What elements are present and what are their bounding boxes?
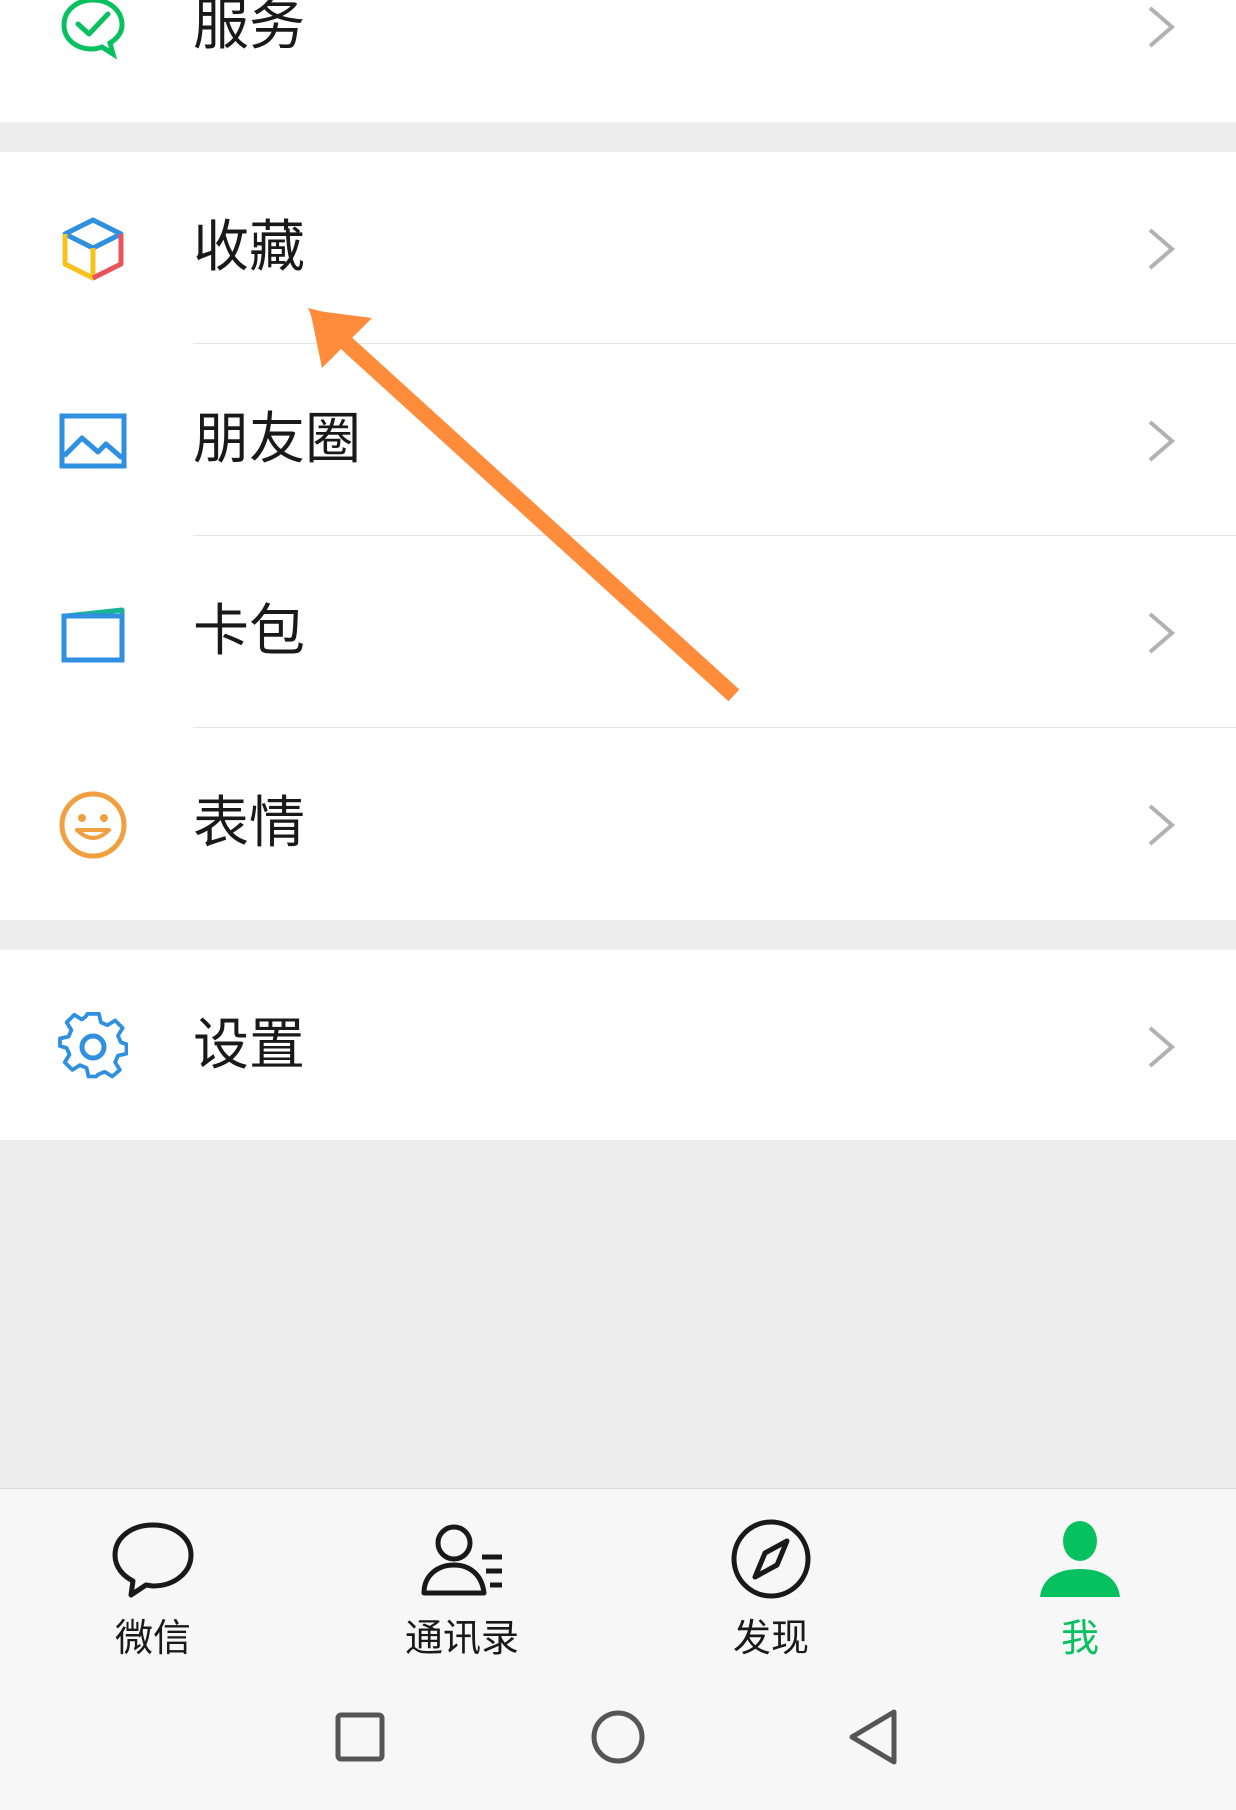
service-group: 服务 <box>0 0 1236 122</box>
menu-item-label: 卡包 <box>193 599 305 664</box>
menu-item-stickers[interactable]: 表情 <box>0 728 1236 920</box>
tab-me[interactable]: 我 <box>980 1489 1180 1669</box>
image-frame-icon <box>59 413 127 469</box>
menu-item-label: 服务 <box>193 0 305 58</box>
menu-item-label: 表情 <box>193 791 305 856</box>
chevron-right-icon <box>1148 420 1176 462</box>
cube-icon <box>62 217 124 281</box>
bottom-tab-bar: 微信 通讯录 发现 我 <box>0 1488 1236 1669</box>
chevron-right-icon <box>1148 804 1176 846</box>
gear-icon <box>58 1012 128 1079</box>
menu-item-service[interactable]: 服务 <box>0 0 1236 122</box>
menu-item-label: 朋友圈 <box>193 407 361 472</box>
menu-item-moments[interactable]: 朋友圈 <box>0 344 1236 536</box>
contacts-icon <box>421 1524 502 1596</box>
menu-item-favorites[interactable]: 收藏 <box>0 152 1236 344</box>
home-circle-icon[interactable] <box>583 1702 653 1772</box>
chevron-right-icon <box>1148 1026 1176 1068</box>
chevron-right-icon <box>1148 6 1176 48</box>
tab-label: 微信 <box>114 1616 191 1660</box>
compass-icon <box>731 1519 811 1599</box>
menu-item-cards[interactable]: 卡包 <box>0 536 1236 728</box>
chevron-right-icon <box>1148 228 1176 270</box>
menu-item-label: 收藏 <box>193 215 305 280</box>
tab-contacts[interactable]: 通讯录 <box>362 1489 562 1669</box>
smiley-icon <box>59 791 127 859</box>
back-triangle-icon[interactable] <box>840 1702 910 1772</box>
chat-bubble-icon <box>112 1522 194 1598</box>
card-wallet-icon <box>61 607 125 663</box>
settings-group: 设置 <box>0 950 1236 1140</box>
tab-label: 发现 <box>732 1616 809 1660</box>
main-menu-group: 收藏 朋友圈 卡包 表情 <box>0 152 1236 920</box>
tab-label: 我 <box>1060 1616 1099 1660</box>
tab-discover[interactable]: 发现 <box>671 1489 871 1669</box>
recents-square-icon[interactable] <box>325 1702 395 1772</box>
tab-label: 通讯录 <box>404 1616 519 1660</box>
menu-item-label: 设置 <box>193 1013 305 1078</box>
tab-chats[interactable]: 微信 <box>53 1489 253 1669</box>
wechat-service-icon <box>61 0 125 60</box>
system-nav-bar <box>0 1668 1236 1810</box>
menu-item-settings[interactable]: 设置 <box>0 950 1236 1142</box>
chevron-right-icon <box>1148 612 1176 654</box>
person-icon <box>1040 1521 1120 1597</box>
